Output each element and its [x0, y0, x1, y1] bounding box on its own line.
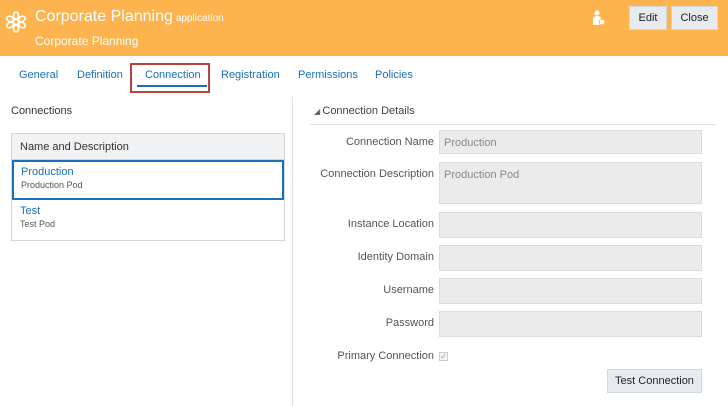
instance-location-field[interactable] [439, 212, 702, 238]
connection-name: Production [21, 166, 74, 178]
section-divider [310, 124, 716, 125]
edit-button[interactable]: Edit [629, 6, 667, 30]
connection-desc: Production Pod [21, 180, 83, 190]
list-item[interactable]: Test Test Pod [12, 200, 284, 240]
connection-name: Test [20, 205, 41, 217]
column-header: Name and Description [12, 134, 284, 160]
panel-divider [292, 98, 293, 406]
test-connection-button[interactable]: Test Connection [607, 369, 702, 393]
highlight-box [130, 63, 210, 93]
connection-name-field[interactable]: Production [439, 130, 702, 154]
user-settings-icon[interactable] [592, 10, 606, 26]
connection-desc: Test Pod [20, 219, 56, 229]
tab-general[interactable]: General [19, 69, 58, 81]
page-title: Corporate Planning application [35, 8, 224, 26]
password-field[interactable] [439, 311, 702, 337]
app-header: Corporate Planning application Corporate … [0, 0, 728, 56]
identity-domain-field[interactable] [439, 245, 702, 271]
connection-description-field[interactable]: Production Pod [439, 162, 702, 204]
tab-definition[interactable]: Definition [77, 69, 123, 81]
list-item[interactable]: Production Production Pod [12, 160, 284, 200]
primary-connection-checkbox[interactable]: ✓ [439, 352, 448, 361]
identity-domain-label: Identity Domain [357, 251, 434, 263]
connection-description-label: Connection Description [320, 168, 434, 180]
tab-registration[interactable]: Registration [221, 69, 280, 81]
tab-policies[interactable]: Policies [375, 69, 413, 81]
page-subtitle: Corporate Planning [35, 34, 139, 48]
tab-bar: General Definition Connection Registrati… [0, 69, 728, 89]
connection-details-heading[interactable]: ◢ Connection Details [314, 105, 415, 117]
details-heading-text: Connection Details [322, 105, 415, 117]
connections-heading: Connections [11, 105, 73, 117]
connections-list: Name and Description Production Producti… [11, 133, 285, 241]
password-label: Password [385, 317, 434, 329]
title-suffix: application [175, 13, 224, 24]
username-field[interactable] [439, 278, 702, 304]
tab-permissions[interactable]: Permissions [298, 69, 358, 81]
application-logo-icon [5, 11, 27, 33]
instance-location-label: Instance Location [347, 218, 434, 230]
title-text: Corporate Planning [35, 8, 173, 25]
close-button[interactable]: Close [671, 6, 718, 30]
primary-connection-label: Primary Connection [337, 350, 434, 362]
connection-name-label: Connection Name [345, 136, 434, 148]
username-label: Username [383, 284, 434, 296]
